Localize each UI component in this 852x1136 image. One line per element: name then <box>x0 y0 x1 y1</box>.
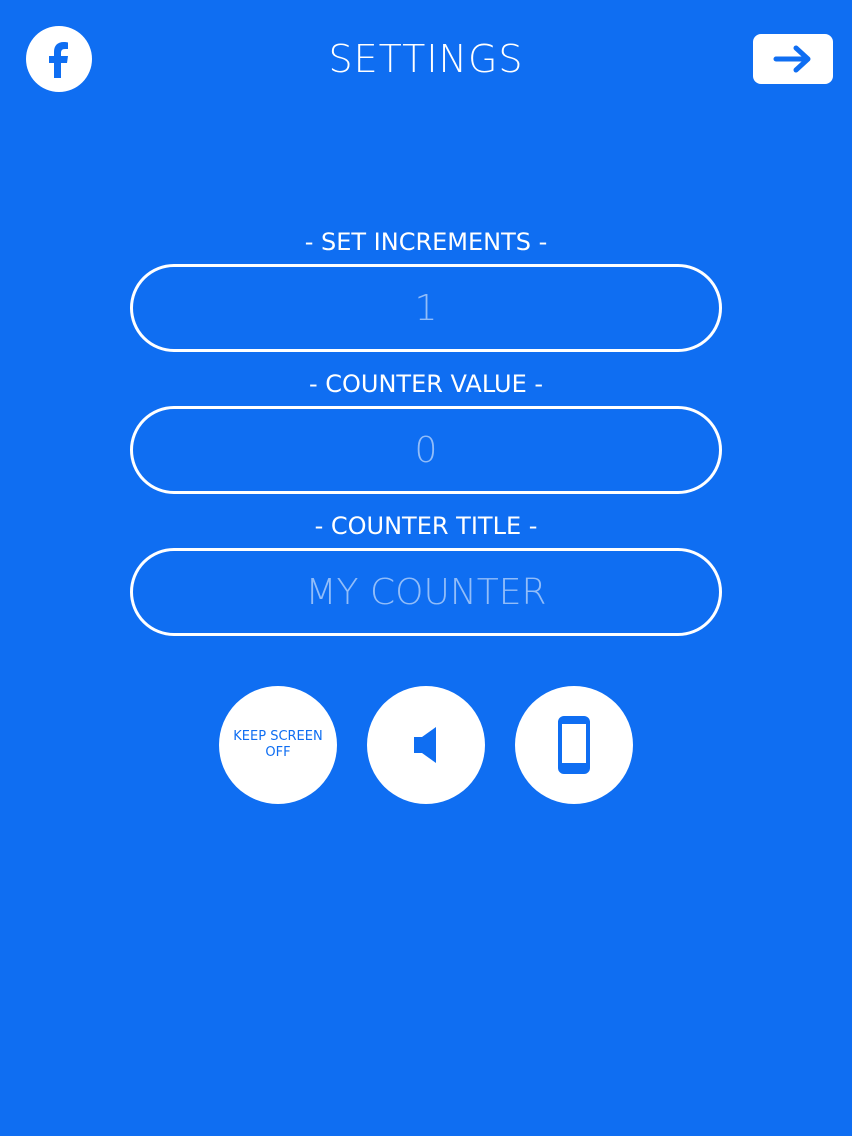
next-button[interactable] <box>753 34 833 84</box>
keep-screen-label: KEEP SCREEN OFF <box>233 729 323 760</box>
speaker-icon <box>414 727 436 763</box>
increments-label: - SET INCREMENTS - <box>304 228 548 256</box>
sound-toggle-button[interactable] <box>367 686 485 804</box>
counter-value-input[interactable] <box>130 406 722 494</box>
increments-input[interactable] <box>130 264 722 352</box>
counter-value-label: - COUNTER VALUE - <box>308 370 544 398</box>
vibrate-toggle-button[interactable] <box>515 686 633 804</box>
page-title: SETTINGS <box>328 37 524 81</box>
phone-icon <box>558 716 590 774</box>
arrow-right-icon <box>773 45 811 73</box>
keep-screen-button[interactable]: KEEP SCREEN OFF <box>219 686 337 804</box>
counter-title-input[interactable] <box>130 548 722 636</box>
counter-title-label: - COUNTER TITLE - <box>314 512 538 540</box>
